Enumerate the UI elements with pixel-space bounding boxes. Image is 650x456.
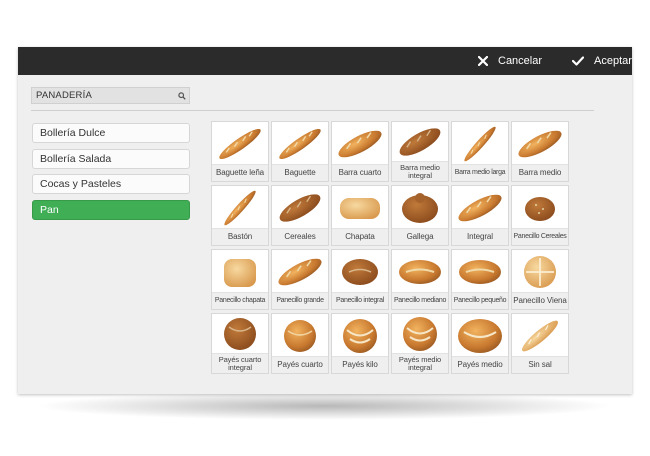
- product-picker-window: Cancelar Aceptar PANADERÍA Bollería Dulc…: [18, 47, 632, 394]
- product-label: Payés medio: [452, 356, 508, 373]
- product-label: Barra medio integral: [392, 161, 448, 181]
- product-tile[interactable]: Integral: [451, 185, 509, 246]
- bread-image: [452, 186, 508, 229]
- product-label: Payés medio integral: [392, 353, 448, 373]
- window-shadow: [34, 392, 614, 420]
- product-tile[interactable]: Payés cuarto integral: [211, 313, 269, 374]
- bread-image: [212, 250, 268, 293]
- category-item[interactable]: Bollería Dulce: [32, 123, 190, 143]
- bread-image: [272, 186, 328, 229]
- product-label: Panecillo pequeño: [452, 292, 508, 309]
- product-tile[interactable]: Barra medio larga: [451, 121, 509, 182]
- product-tile[interactable]: Barra medio integral: [391, 121, 449, 182]
- category-item[interactable]: Cocas y Pasteles: [32, 174, 190, 194]
- product-tile[interactable]: Barra cuarto: [331, 121, 389, 182]
- product-tile[interactable]: Panecillo integral: [331, 249, 389, 310]
- search-value: PANADERÍA: [36, 90, 92, 101]
- search-icon[interactable]: [175, 91, 189, 100]
- cancel-label: Cancelar: [498, 55, 543, 67]
- product-label: Panecillo Viena: [512, 292, 568, 309]
- bread-image: [452, 122, 508, 165]
- product-label: Payés cuarto integral: [212, 353, 268, 373]
- product-tile[interactable]: Chapata: [331, 185, 389, 246]
- category-item[interactable]: Pan: [32, 200, 190, 220]
- bread-image: [452, 314, 508, 357]
- product-label: Gallega: [392, 228, 448, 245]
- product-tile[interactable]: Bastón: [211, 185, 269, 246]
- product-label: Baguette: [272, 164, 328, 181]
- bread-image: [212, 314, 268, 354]
- product-tile[interactable]: Panecillo pequeño: [451, 249, 509, 310]
- bread-image: [272, 122, 328, 165]
- bread-image: [332, 250, 388, 293]
- bread-image: [392, 250, 448, 293]
- product-label: Barra cuarto: [332, 164, 388, 181]
- product-label: Barra medio larga: [452, 164, 508, 181]
- product-tile[interactable]: Baguette leña: [211, 121, 269, 182]
- bread-image: [392, 122, 448, 162]
- bread-image: [512, 250, 568, 293]
- bread-image: [512, 122, 568, 165]
- bread-image: [332, 186, 388, 229]
- bread-image: [212, 186, 268, 229]
- product-tile[interactable]: Panecillo Cereales: [511, 185, 569, 246]
- cancel-button[interactable]: Cancelar: [478, 47, 542, 75]
- product-tile[interactable]: Panecillo grande: [271, 249, 329, 310]
- bread-image: [392, 186, 448, 229]
- product-tile[interactable]: Baguette: [271, 121, 329, 182]
- product-tile[interactable]: Panecillo chapata: [211, 249, 269, 310]
- product-tile[interactable]: Payés medio integral: [391, 313, 449, 374]
- bread-image: [452, 250, 508, 293]
- product-grid: Baguette leña Baguette Barra cuarto Barra m…: [211, 121, 569, 374]
- product-tile[interactable]: Panecillo Viena: [511, 249, 569, 310]
- product-label: Panecillo grande: [272, 292, 328, 309]
- product-tile[interactable]: Payés cuarto: [271, 313, 329, 374]
- product-label: Panecillo chapata: [212, 292, 268, 309]
- product-label: Payés cuarto: [272, 356, 328, 373]
- product-label: Payés kilo: [332, 356, 388, 373]
- bread-image: [392, 314, 448, 354]
- product-label: Panecillo Cereales: [512, 228, 568, 245]
- bread-image: [212, 122, 268, 165]
- bread-image: [272, 250, 328, 293]
- product-label: Chapata: [332, 228, 388, 245]
- check-icon: [572, 56, 584, 66]
- close-icon: [478, 56, 488, 66]
- product-label: Bastón: [212, 228, 268, 245]
- product-label: Baguette leña: [212, 164, 268, 181]
- product-tile[interactable]: Payés medio: [451, 313, 509, 374]
- product-tile[interactable]: Panecillo mediano: [391, 249, 449, 310]
- product-label: Panecillo mediano: [392, 292, 448, 309]
- product-label: Cereales: [272, 228, 328, 245]
- product-tile[interactable]: Payés kilo: [331, 313, 389, 374]
- product-tile[interactable]: Cereales: [271, 185, 329, 246]
- product-tile[interactable]: Gallega: [391, 185, 449, 246]
- bread-image: [512, 314, 568, 357]
- product-tile[interactable]: Barra medio: [511, 121, 569, 182]
- bread-image: [332, 314, 388, 357]
- divider: [31, 110, 594, 111]
- product-label: Panecillo integral: [332, 292, 388, 309]
- accept-button[interactable]: Aceptar: [572, 47, 632, 75]
- top-toolbar: Cancelar Aceptar: [18, 47, 632, 75]
- bread-image: [512, 186, 568, 229]
- product-tile[interactable]: Sin sal: [511, 313, 569, 374]
- product-label: Sin sal: [512, 356, 568, 373]
- bread-image: [332, 122, 388, 165]
- product-label: Integral: [452, 228, 508, 245]
- category-item[interactable]: Bollería Salada: [32, 149, 190, 169]
- accept-label: Aceptar: [594, 55, 632, 67]
- search-input[interactable]: PANADERÍA: [31, 87, 190, 104]
- bread-image: [272, 314, 328, 357]
- product-label: Barra medio: [512, 164, 568, 181]
